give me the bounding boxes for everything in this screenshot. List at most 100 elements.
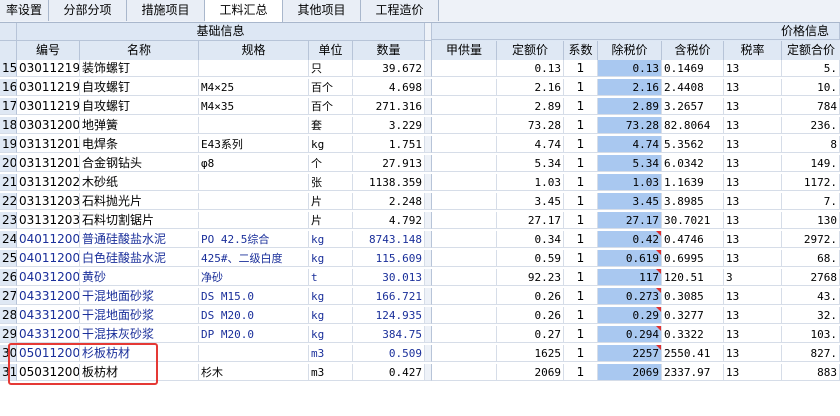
cell-pretax-price[interactable]: 0.13 [598, 60, 662, 77]
cell-quota-total[interactable]: 8 [782, 136, 840, 153]
cell-pretax-price[interactable]: 0.42 [598, 231, 662, 248]
col-supply-header[interactable]: 甲供量 [432, 41, 497, 61]
cell-spec[interactable]: PO 42.5综合 [199, 231, 309, 248]
cell-pretax-price[interactable]: 2257 [598, 345, 662, 362]
cell-supply[interactable] [432, 326, 497, 343]
cell-coef[interactable]: 1 [564, 269, 598, 286]
cell-taxincl-price[interactable]: 2.4408 [662, 79, 724, 96]
cell-quota-total[interactable]: 149. [782, 155, 840, 172]
cell-spec[interactable]: φ8 [199, 155, 309, 172]
cell-spec[interactable]: M4×25 [199, 79, 309, 96]
cell-quota-total[interactable]: 2972. [782, 231, 840, 248]
cell-supply[interactable] [432, 79, 497, 96]
cell-pretax-price[interactable]: 0.273 [598, 288, 662, 305]
cell-quantity[interactable]: 384.75 [353, 326, 425, 343]
tab-material-summary[interactable]: 工料汇总 [205, 0, 283, 22]
cell-pretax-price[interactable]: 117 [598, 269, 662, 286]
col-tax-rate-header[interactable]: 税率 [724, 41, 782, 61]
cell-quantity[interactable]: 30.013 [353, 269, 425, 286]
cell-coef[interactable]: 1 [564, 155, 598, 172]
cell-quota-total[interactable]: 5. [782, 60, 840, 77]
cell-code[interactable]: 031312035 [17, 193, 80, 210]
cell-unit[interactable]: kg [309, 231, 353, 248]
cell-supply[interactable] [432, 364, 497, 381]
cell-quota-price[interactable]: 2.16 [497, 79, 564, 96]
cell-name[interactable]: 黄砂 [80, 269, 199, 286]
cell-quantity[interactable]: 166.721 [353, 288, 425, 305]
cell-taxincl-price[interactable]: 0.1469 [662, 60, 724, 77]
cell-unit[interactable]: 套 [309, 117, 353, 134]
cell-taxincl-price[interactable]: 3.2657 [662, 98, 724, 115]
cell-unit[interactable]: kg [309, 307, 353, 324]
cell-tax-rate[interactable]: 13 [724, 212, 782, 229]
cell-tax-rate[interactable]: 13 [724, 307, 782, 324]
cell-quantity[interactable]: 8743.148 [353, 231, 425, 248]
cell-taxincl-price[interactable]: 0.4746 [662, 231, 724, 248]
cell-taxincl-price[interactable]: 2337.97 [662, 364, 724, 381]
col-pretax-price-header[interactable]: 除税价 [598, 41, 662, 61]
cell-quota-price[interactable]: 0.26 [497, 307, 564, 324]
cell-tax-rate[interactable]: 13 [724, 136, 782, 153]
cell-coef[interactable]: 1 [564, 136, 598, 153]
cell-spec[interactable]: 净砂 [199, 269, 309, 286]
cell-tax-rate[interactable]: 13 [724, 60, 782, 77]
cell-quota-price[interactable]: 2069 [497, 364, 564, 381]
cell-quantity[interactable]: 115.609 [353, 250, 425, 267]
cell-unit[interactable]: 个 [309, 155, 353, 172]
table-row[interactable]: 29043312002干混抹灰砂浆 DP M20.0 kg 384.75 0.27 1 0.… [0, 326, 840, 344]
cell-quota-price[interactable]: 0.26 [497, 288, 564, 305]
col-code-header[interactable]: 编号 [17, 41, 80, 61]
cell-quota-price[interactable]: 3.45 [497, 193, 564, 210]
cell-coef[interactable]: 1 [564, 326, 598, 343]
cell-pretax-price[interactable]: 5.34 [598, 155, 662, 172]
cell-spec[interactable]: DS M20.0 [199, 307, 309, 324]
cell-spec[interactable] [199, 212, 309, 229]
cell-quota-total[interactable]: 7. [782, 193, 840, 210]
cell-quota-total[interactable]: 130 [782, 212, 840, 229]
cell-quota-price[interactable]: 92.23 [497, 269, 564, 286]
cell-taxincl-price[interactable]: 0.3085 [662, 288, 724, 305]
cell-unit[interactable]: 片 [309, 193, 353, 210]
table-row[interactable]: 31050312001板枋材 杉木 m3 0.427 2069 1 2069 2337.97 1… [0, 364, 840, 382]
cell-pretax-price[interactable]: 2.16 [598, 79, 662, 96]
cell-taxincl-price[interactable]: 0.6995 [662, 250, 724, 267]
cell-coef[interactable]: 1 [564, 79, 598, 96]
table-row[interactable]: 26040312009黄砂 净砂 t 30.013 92.23 1 117120.51 3 27… [0, 269, 840, 287]
cell-taxincl-price[interactable]: 120.51 [662, 269, 724, 286]
cell-code[interactable]: 030112196 [17, 79, 80, 96]
cell-code[interactable]: 040112004 [17, 250, 80, 267]
cell-tax-rate[interactable]: 13 [724, 98, 782, 115]
cell-coef[interactable]: 1 [564, 288, 598, 305]
cell-pretax-price[interactable]: 0.619 [598, 250, 662, 267]
cell-tax-rate[interactable]: 13 [724, 193, 782, 210]
table-row[interactable]: 28043312003干混地面砂浆DS M20.0kg124.9350.2610… [0, 307, 840, 325]
cell-supply[interactable] [432, 345, 497, 362]
cell-quantity[interactable]: 4.792 [353, 212, 425, 229]
cell-tax-rate[interactable]: 13 [724, 155, 782, 172]
cell-name[interactable]: 自攻螺钉 [80, 79, 199, 96]
cell-supply[interactable] [432, 231, 497, 248]
cell-unit[interactable]: kg [309, 288, 353, 305]
cell-name[interactable]: 板枋材 [80, 364, 199, 381]
cell-quantity[interactable]: 4.698 [353, 79, 425, 96]
cell-quota-price[interactable]: 4.74 [497, 136, 564, 153]
cell-code[interactable]: 031312019 [17, 155, 80, 172]
cell-quota-price[interactable]: 2.89 [497, 98, 564, 115]
table-row[interactable]: 19031312010电焊条 E43系列 kg 1.751 4.74 1 4.74 5.356… [0, 136, 840, 154]
cell-taxincl-price[interactable]: 1.1639 [662, 174, 724, 191]
cell-quota-total[interactable]: 883 [782, 364, 840, 381]
cell-unit[interactable]: m3 [309, 345, 353, 362]
cell-name[interactable]: 地弹簧 [80, 117, 199, 134]
cell-coef[interactable]: 1 [564, 193, 598, 210]
cell-coef[interactable]: 1 [564, 307, 598, 324]
cell-unit[interactable]: t [309, 269, 353, 286]
cell-name[interactable]: 普通硅酸盐水泥 [80, 231, 199, 248]
cell-coef[interactable]: 1 [564, 174, 598, 191]
cell-name[interactable]: 装饰螺钉 [80, 60, 199, 77]
cell-name[interactable]: 干混地面砂浆 [80, 288, 199, 305]
cell-unit[interactable]: kg [309, 326, 353, 343]
cell-name[interactable]: 干混抹灰砂浆 [80, 326, 199, 343]
cell-coef[interactable]: 1 [564, 231, 598, 248]
cell-quota-price[interactable]: 0.34 [497, 231, 564, 248]
table-row[interactable]: 30050112001杉板枋材 m3 0.509 1625 1 22572550.41 13… [0, 345, 840, 363]
